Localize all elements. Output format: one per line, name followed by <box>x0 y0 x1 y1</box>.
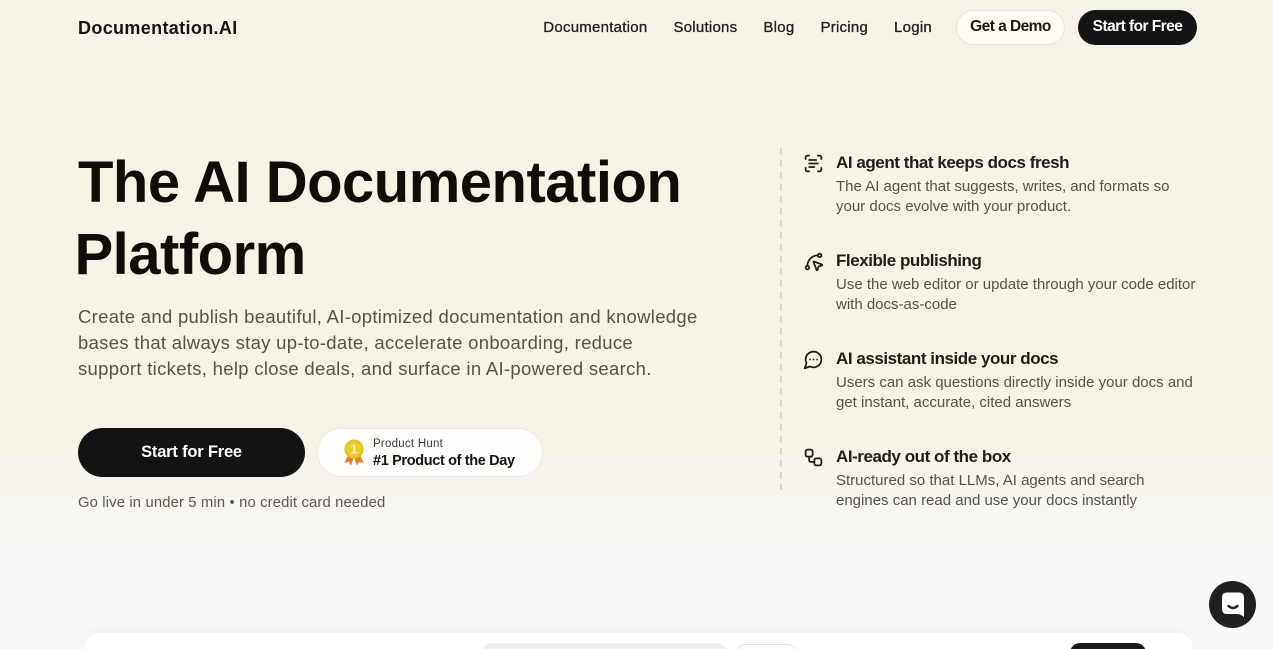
svg-text:1: 1 <box>350 442 357 457</box>
